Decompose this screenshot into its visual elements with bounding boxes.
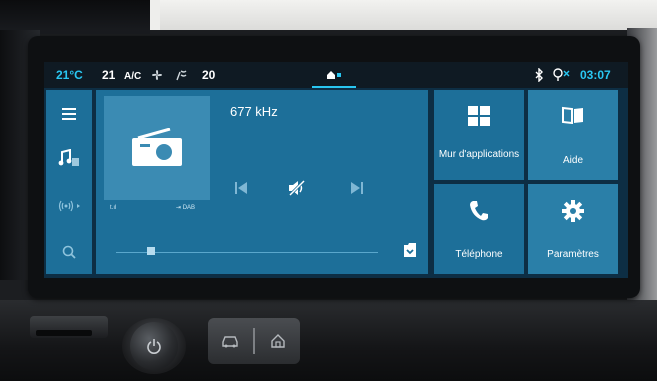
outside-temperature: 21°C <box>56 68 83 82</box>
phone-label: Téléphone <box>455 249 503 260</box>
vent-slot <box>36 330 92 336</box>
driver-temp[interactable]: 21 <box>102 69 115 82</box>
dashboard-panel <box>0 300 657 381</box>
signal-strength: t.ıl <box>110 205 117 211</box>
mute-button[interactable] <box>284 178 310 198</box>
power-icon <box>147 339 161 354</box>
help-tile[interactable]: Aide <box>528 90 618 180</box>
next-icon <box>351 182 363 194</box>
background-strip <box>150 0 160 30</box>
phone-icon <box>434 200 524 222</box>
hardware-button-divider <box>253 328 255 354</box>
grid-icon <box>434 106 524 126</box>
mute-icon <box>288 180 306 196</box>
previous-station-button[interactable] <box>228 178 254 198</box>
ac-button[interactable]: A/C <box>124 70 141 83</box>
radio-icon <box>132 128 182 166</box>
radio-wave-icon <box>58 200 80 212</box>
power-volume-knob[interactable] <box>130 322 178 370</box>
clock: 03:07 <box>580 68 611 82</box>
home-hard-button[interactable] <box>258 326 298 356</box>
tuning-slider-thumb[interactable] <box>147 247 156 255</box>
help-label: Aide <box>562 155 583 166</box>
home-icon <box>271 334 285 348</box>
phone-tile[interactable]: Téléphone <box>434 184 524 274</box>
radio-panel[interactable]: t.ıl ⇥ DAB 677 kHz <box>96 90 428 274</box>
apps-wall-label: Mur d'applications <box>438 149 520 160</box>
left-nav <box>46 90 92 274</box>
settings-tile[interactable]: Paramètres <box>528 184 618 274</box>
status-bar: 21°C 21 A/C 20 03:07 <box>44 62 628 88</box>
book-icon <box>528 106 618 124</box>
media-source-icon <box>58 149 79 166</box>
car-icon <box>222 336 238 348</box>
home-indicator[interactable] <box>312 66 356 88</box>
search-button[interactable] <box>46 232 92 272</box>
save-station-icon <box>404 243 416 257</box>
media-source-button[interactable] <box>46 138 92 178</box>
save-station-button[interactable] <box>402 242 418 263</box>
main-area: t.ıl ⇥ DAB 677 kHz Mur d'applications Ai… <box>44 88 628 278</box>
background-light-panel <box>160 0 657 30</box>
navigation-status-icon <box>552 68 572 85</box>
gear-icon <box>528 200 618 222</box>
station-frequency: 677 kHz <box>230 104 278 119</box>
passenger-temp[interactable]: 20 <box>202 69 215 82</box>
car-settings-hard-button[interactable] <box>210 326 250 356</box>
home-icon <box>327 71 341 79</box>
apps-wall-tile[interactable]: Mur d'applications <box>434 90 524 180</box>
station-artwork <box>104 96 210 200</box>
background-dark-panel <box>0 0 150 34</box>
previous-icon <box>235 182 247 194</box>
menu-button[interactable] <box>46 94 92 134</box>
dab-indicator: ⇥ DAB <box>176 205 196 211</box>
fan-icon[interactable] <box>150 68 164 85</box>
bluetooth-icon <box>534 67 544 85</box>
infotainment-screen: 21°C 21 A/C 20 03:07 t.ıl ⇥ DAB 677 kHz … <box>44 62 628 278</box>
hardware-button-panel <box>208 318 300 364</box>
airflow-icon[interactable] <box>174 68 188 85</box>
settings-label: Paramètres <box>547 249 599 260</box>
next-station-button[interactable] <box>344 178 370 198</box>
menu-icon <box>62 108 76 120</box>
search-icon <box>62 245 76 259</box>
radio-source-button[interactable] <box>46 186 92 226</box>
